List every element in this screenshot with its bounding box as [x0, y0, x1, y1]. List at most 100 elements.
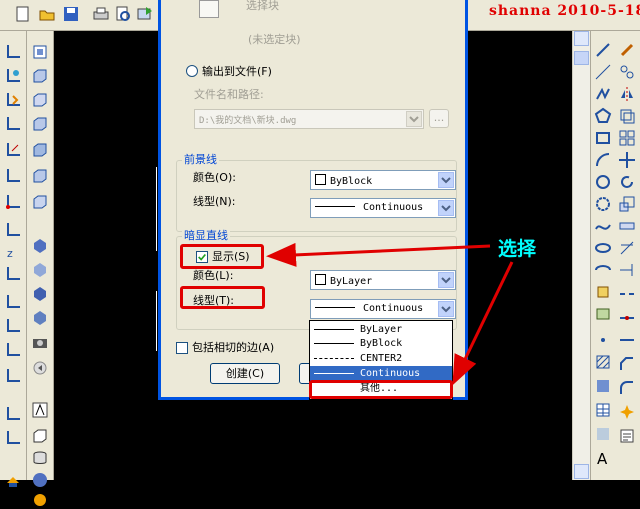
- ucs-face-icon[interactable]: [4, 115, 22, 133]
- fillet-icon[interactable]: [618, 379, 636, 397]
- cube-front-icon[interactable]: [31, 167, 49, 185]
- fg-color-combo[interactable]: ByBlock: [310, 170, 456, 190]
- sphere-shaded-icon[interactable]: [31, 237, 49, 255]
- chevron-down-icon[interactable]: [438, 272, 454, 288]
- array-icon[interactable]: [618, 129, 636, 147]
- camera-icon[interactable]: [31, 333, 49, 351]
- extend-icon[interactable]: [618, 261, 636, 279]
- multiline-text-icon[interactable]: A: [594, 449, 612, 467]
- ucs-icon[interactable]: [4, 43, 22, 61]
- ellipse-arc-icon[interactable]: [594, 261, 612, 279]
- ucs-apply-icon[interactable]: [4, 367, 22, 385]
- path-combo[interactable]: D:\我的文档\新块.dwg: [194, 109, 424, 129]
- cylinder-icon[interactable]: [31, 449, 49, 467]
- arc-icon[interactable]: [594, 151, 612, 169]
- linetype-option-bylayer[interactable]: ByLayer: [310, 322, 452, 337]
- scroll-down-button[interactable]: [574, 464, 589, 479]
- move-icon[interactable]: [618, 151, 636, 169]
- break-icon[interactable]: [618, 285, 636, 303]
- ucs-settings-icon[interactable]: [4, 429, 22, 447]
- gradient-icon[interactable]: [594, 425, 612, 443]
- text-style-icon[interactable]: [31, 401, 49, 419]
- linetype-option-byblock[interactable]: ByBlock: [310, 336, 452, 351]
- ucs-z-icon[interactable]: z: [4, 243, 22, 261]
- make-block-icon[interactable]: [594, 305, 612, 323]
- preview-icon[interactable]: [114, 5, 132, 23]
- ellipse-icon[interactable]: [594, 239, 612, 257]
- select-block-icon[interactable]: [199, 0, 219, 18]
- properties-icon[interactable]: [618, 427, 636, 445]
- browse-button[interactable]: ...: [429, 109, 449, 128]
- copy-icon[interactable]: [618, 63, 636, 81]
- shade-gouraud-icon[interactable]: [31, 309, 49, 327]
- scroll-up-button[interactable]: [574, 31, 589, 46]
- circle-icon[interactable]: [594, 173, 612, 191]
- box-icon[interactable]: [31, 67, 49, 85]
- offset-icon[interactable]: [618, 107, 636, 125]
- ucs-origin-icon[interactable]: [4, 193, 22, 211]
- cube-side-icon[interactable]: [31, 193, 49, 211]
- polygon-icon[interactable]: [594, 107, 612, 125]
- create-button[interactable]: 创建(C): [210, 363, 280, 384]
- ball-icon[interactable]: [31, 471, 49, 489]
- tangent-checkbox[interactable]: [176, 342, 188, 354]
- cube-icon[interactable]: [31, 115, 49, 133]
- ucs-view-icon[interactable]: [4, 167, 22, 185]
- fg-linetype-combo[interactable]: Continuous: [310, 198, 456, 218]
- ucs-x-icon[interactable]: [4, 221, 22, 239]
- chevron-down-icon[interactable]: [438, 200, 454, 216]
- polyline-icon[interactable]: [594, 85, 612, 103]
- region-icon[interactable]: [594, 377, 612, 395]
- open-folder-icon[interactable]: [38, 5, 56, 23]
- chamfer-icon[interactable]: [618, 355, 636, 373]
- hid-color-combo[interactable]: ByLayer: [310, 270, 456, 290]
- cube-top-icon[interactable]: [31, 141, 49, 159]
- rectangle-icon[interactable]: [594, 129, 612, 147]
- join-icon[interactable]: [618, 331, 636, 349]
- save-icon[interactable]: [62, 5, 80, 23]
- trim-icon[interactable]: [618, 239, 636, 257]
- view-3d-icon[interactable]: [31, 43, 49, 61]
- shade-icon[interactable]: [31, 285, 49, 303]
- ucs-object-icon[interactable]: [4, 141, 22, 159]
- new-file-icon[interactable]: [14, 5, 32, 23]
- line-icon[interactable]: [594, 41, 612, 59]
- construction-line-icon[interactable]: [594, 63, 612, 81]
- ucs-named-icon[interactable]: [4, 405, 22, 423]
- linetype-option-continuous[interactable]: Continuous: [310, 366, 452, 381]
- rotate-icon[interactable]: [618, 173, 636, 191]
- mirror-icon[interactable]: [618, 85, 636, 103]
- orbit-icon[interactable]: [31, 359, 49, 377]
- point-icon[interactable]: [594, 331, 612, 349]
- explode-icon[interactable]: [618, 403, 636, 421]
- insert-block-icon[interactable]: [594, 283, 612, 301]
- hatch-icon[interactable]: [594, 353, 612, 371]
- publish-icon[interactable]: [136, 5, 154, 23]
- plot-icon[interactable]: [92, 5, 110, 23]
- scroll-thumb[interactable]: [574, 51, 589, 65]
- linetype-option-center2[interactable]: CENTER2: [310, 351, 452, 366]
- sphere-icon[interactable]: [31, 261, 49, 279]
- chevron-down-icon[interactable]: [438, 172, 454, 188]
- ucs-world-icon[interactable]: [4, 67, 22, 85]
- scale-icon[interactable]: [618, 195, 636, 213]
- ucs-rotate-y-icon[interactable]: [4, 317, 22, 335]
- ucs-previous-icon[interactable]: [4, 91, 22, 109]
- solid-box-icon[interactable]: [31, 427, 49, 445]
- stretch-icon[interactable]: [618, 217, 636, 235]
- hid-linetype-combo[interactable]: Continuous: [310, 299, 456, 319]
- chevron-down-icon[interactable]: [406, 111, 422, 127]
- export-radio[interactable]: [186, 65, 198, 77]
- ucs-rotate-z-icon[interactable]: [4, 341, 22, 359]
- ucs-rotate-x-icon[interactable]: [4, 293, 22, 311]
- wedge-icon[interactable]: [31, 91, 49, 109]
- vertical-scrollbar[interactable]: [572, 31, 590, 480]
- erase-icon[interactable]: [618, 41, 636, 59]
- torus-icon[interactable]: [31, 491, 49, 509]
- break-at-point-icon[interactable]: [618, 309, 636, 327]
- table-icon[interactable]: [594, 401, 612, 419]
- spline-icon[interactable]: [594, 217, 612, 235]
- ucs-3point-icon[interactable]: [4, 265, 22, 283]
- render-icon[interactable]: [4, 471, 22, 489]
- revision-cloud-icon[interactable]: [594, 195, 612, 213]
